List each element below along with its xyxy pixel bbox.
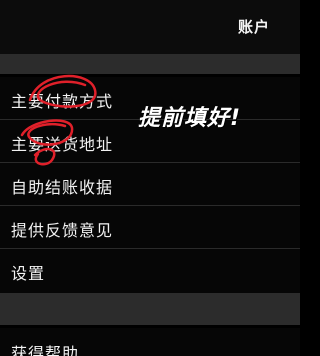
menu-item-self-checkout-receipts[interactable]: 自助结账收据 (0, 163, 300, 206)
menu-item-label: 设置 (11, 264, 46, 283)
menu-item-label: 获得帮助 (11, 344, 80, 356)
annotation-callout-text: 提前填好! (138, 106, 242, 131)
section-divider (0, 54, 300, 74)
menu-item-feedback[interactable]: 提供反馈意见 (0, 206, 300, 249)
header-title: 账户 (237, 18, 270, 36)
menu-item-label: 主要送货地址 (11, 135, 114, 154)
menu-item-label: 自助结账收据 (11, 178, 114, 197)
section-divider (0, 293, 300, 325)
menu-item-label: 主要付款方式 (11, 92, 114, 111)
app-header: 账户 (0, 0, 300, 54)
menu-item-settings[interactable]: 设置 (0, 249, 300, 293)
menu-item-label: 提供反馈意见 (11, 221, 114, 240)
menu-item-get-help[interactable]: 获得帮助 (0, 328, 300, 356)
